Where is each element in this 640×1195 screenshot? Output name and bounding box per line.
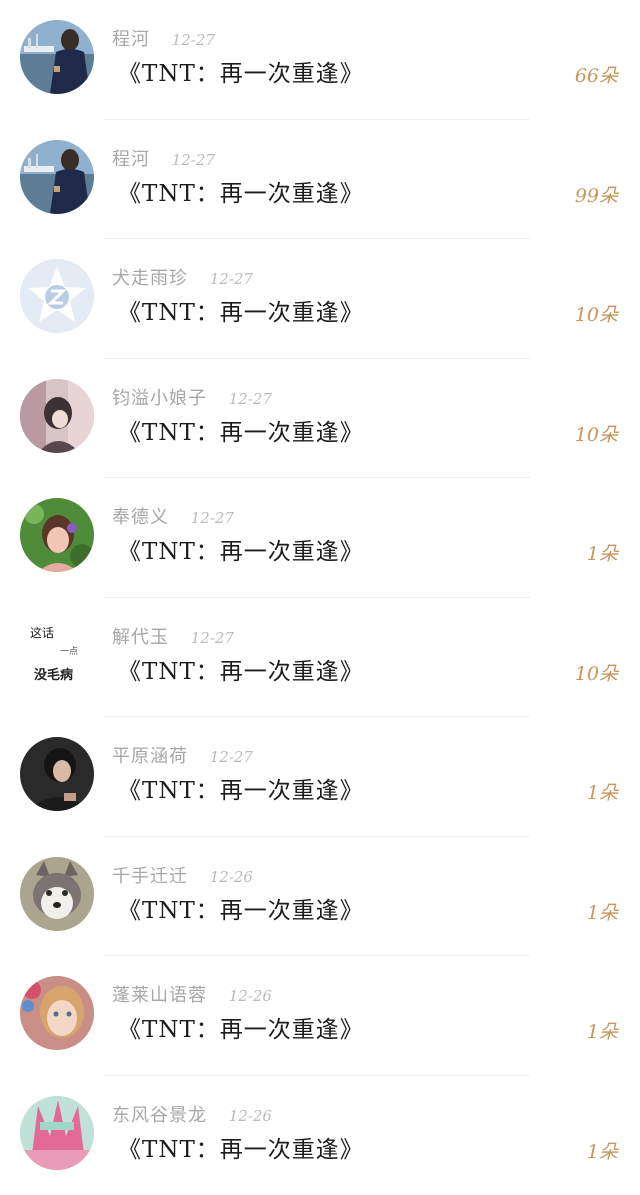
flower-count: 1朵: [587, 779, 618, 807]
star-z-icon: [20, 259, 94, 333]
flower-count: 10朵: [575, 421, 618, 449]
avatar[interactable]: [20, 379, 94, 453]
user-name[interactable]: 奉德义: [112, 507, 169, 528]
avatar-text-line: 没毛病: [34, 664, 73, 683]
item-meta: 解代玉 12-27: [112, 626, 234, 650]
flower-count: 66朵: [575, 62, 618, 90]
item-date: 12-27: [210, 748, 253, 766]
item-meta: 奉德义 12-27: [112, 506, 234, 530]
flower-count: 10朵: [575, 660, 618, 688]
avatar-text-line: 这话: [30, 624, 54, 641]
item-title[interactable]: 《TNT：再一次重逢》: [118, 1014, 364, 1046]
user-name[interactable]: 程河: [112, 29, 150, 50]
list-item[interactable]: 蓬莱山语蓉 12-26 《TNT：再一次重逢》 1朵: [0, 956, 640, 1076]
avatar-photo-icon: [20, 737, 94, 811]
avatar-text-line: 一点: [60, 644, 78, 657]
avatar[interactable]: [20, 498, 94, 572]
item-meta: 程河 12-27: [112, 148, 215, 172]
list-item[interactable]: 程河 12-27 《TNT：再一次重逢》 66朵: [0, 0, 640, 120]
avatar[interactable]: [20, 737, 94, 811]
item-meta: 程河 12-27: [112, 28, 215, 52]
user-name[interactable]: 千手迁迁: [112, 866, 188, 887]
item-title[interactable]: 《TNT：再一次重逢》: [118, 895, 364, 927]
item-date: 12-27: [210, 270, 253, 288]
item-title[interactable]: 《TNT：再一次重逢》: [118, 297, 364, 329]
item-title[interactable]: 《TNT：再一次重逢》: [118, 178, 364, 210]
avatar[interactable]: [20, 259, 94, 333]
item-title[interactable]: 《TNT：再一次重逢》: [118, 656, 364, 688]
flower-count: 10朵: [575, 301, 618, 329]
avatar[interactable]: [20, 140, 94, 214]
list-item[interactable]: 东风谷景龙 12-26 《TNT：再一次重逢》 1朵: [0, 1076, 640, 1195]
list-item[interactable]: 奉德义 12-27 《TNT：再一次重逢》 1朵: [0, 478, 640, 598]
user-name[interactable]: 东风谷景龙: [112, 1105, 207, 1126]
avatar-anime-icon: [20, 1096, 94, 1170]
item-title[interactable]: 《TNT：再一次重逢》: [118, 775, 364, 807]
flower-count: 99朵: [575, 182, 618, 210]
avatar-photo-icon: [20, 140, 94, 214]
flower-count: 1朵: [587, 899, 618, 927]
avatar[interactable]: [20, 976, 94, 1050]
item-title[interactable]: 《TNT：再一次重逢》: [118, 417, 364, 449]
flower-count: 1朵: [587, 540, 618, 568]
user-name[interactable]: 解代玉: [112, 627, 169, 648]
list-item[interactable]: 千手迁迁 12-26 《TNT：再一次重逢》 1朵: [0, 837, 640, 957]
flower-count: 1朵: [587, 1138, 618, 1166]
item-date: 12-27: [191, 629, 234, 647]
avatar-text-image: 这话 一点 没毛病: [20, 618, 94, 692]
list-item[interactable]: 程河 12-27 《TNT：再一次重逢》 99朵: [0, 120, 640, 240]
item-meta: 平原涵荷 12-27: [112, 745, 253, 769]
user-name[interactable]: 犬走雨珍: [112, 268, 188, 289]
item-meta: 钧溢小娘子 12-27: [112, 387, 272, 411]
item-date: 12-26: [229, 1107, 272, 1125]
list-item[interactable]: 钧溢小娘子 12-27 《TNT：再一次重逢》 10朵: [0, 359, 640, 479]
avatar[interactable]: [20, 857, 94, 931]
user-name[interactable]: 程河: [112, 149, 150, 170]
item-title[interactable]: 《TNT：再一次重逢》: [118, 58, 364, 90]
list-item[interactable]: 犬走雨珍 12-27 《TNT：再一次重逢》 10朵: [0, 239, 640, 359]
item-date: 12-27: [172, 151, 215, 169]
list-item[interactable]: 平原涵荷 12-27 《TNT：再一次重逢》 1朵: [0, 717, 640, 837]
item-date: 12-27: [229, 390, 272, 408]
avatar-photo-icon: [20, 498, 94, 572]
item-meta: 蓬莱山语蓉 12-26: [112, 984, 272, 1008]
avatar-photo-icon: [20, 976, 94, 1050]
avatar[interactable]: 这话 一点 没毛病: [20, 618, 94, 692]
item-meta: 千手迁迁 12-26: [112, 865, 253, 889]
item-date: 12-26: [210, 868, 253, 886]
item-date: 12-26: [229, 987, 272, 1005]
avatar-husky-icon: [20, 857, 94, 931]
user-name[interactable]: 平原涵荷: [112, 746, 188, 767]
user-name[interactable]: 蓬莱山语蓉: [112, 985, 207, 1006]
item-title[interactable]: 《TNT：再一次重逢》: [118, 536, 364, 568]
item-meta: 犬走雨珍 12-27: [112, 267, 253, 291]
avatar-photo-icon: [20, 20, 94, 94]
avatar[interactable]: [20, 1096, 94, 1170]
user-name[interactable]: 钧溢小娘子: [112, 388, 207, 409]
avatar[interactable]: [20, 20, 94, 94]
gift-list: 程河 12-27 《TNT：再一次重逢》 66朵 程河 12-27 《TNT：再…: [0, 0, 640, 1189]
item-date: 12-27: [172, 31, 215, 49]
flower-count: 1朵: [587, 1018, 618, 1046]
item-meta: 东风谷景龙 12-26: [112, 1104, 272, 1128]
list-item[interactable]: 这话 一点 没毛病 解代玉 12-27 《TNT：再一次重逢》 10朵: [0, 598, 640, 718]
avatar-illustration-icon: [20, 379, 94, 453]
item-date: 12-27: [191, 509, 234, 527]
item-title[interactable]: 《TNT：再一次重逢》: [118, 1134, 364, 1166]
